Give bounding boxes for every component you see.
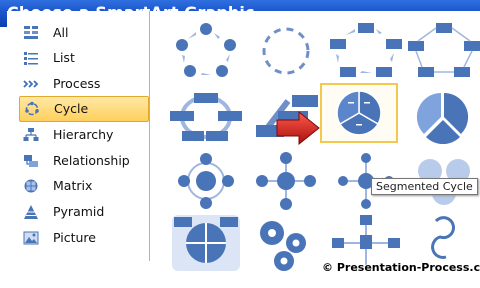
layout-gear[interactable]: [248, 213, 324, 273]
category-label: Relationship: [53, 153, 130, 168]
red-arrow-icon: [276, 111, 320, 145]
cycle-icon: [25, 101, 39, 116]
category-item-all[interactable]: All: [19, 21, 145, 45]
hierarchy-icon: [23, 128, 39, 141]
category-label: All: [53, 25, 69, 40]
list-icon: [24, 52, 38, 65]
category-item-cycle[interactable]: Cycle: [19, 96, 149, 122]
layout-continuous-cycle[interactable]: [168, 87, 244, 147]
layout-pie[interactable]: [406, 87, 480, 147]
relationship-icon: [24, 155, 38, 167]
category-item-hierarchy[interactable]: Hierarchy: [19, 123, 145, 147]
picture-icon: [23, 231, 39, 245]
category-item-pyramid[interactable]: Pyramid: [19, 200, 145, 224]
category-label: Process: [53, 76, 101, 91]
matrix-icon: [24, 179, 38, 193]
layout-tooltip: Segmented Cycle: [371, 178, 478, 195]
watermark-text: © Presentation-Process.com: [322, 261, 480, 274]
layout-diverging-radial[interactable]: [248, 151, 324, 211]
category-sidebar: All List Process Cycle Hierarchy Relatio…: [7, 11, 150, 261]
layout-radial-cycle[interactable]: [168, 151, 244, 211]
category-item-matrix[interactable]: Matrix: [19, 174, 145, 198]
category-label: Matrix: [53, 178, 93, 193]
layout-text-cycle[interactable]: [248, 21, 324, 81]
all-icon: [24, 26, 38, 39]
process-icon: [23, 80, 39, 88]
layout-basic-cycle[interactable]: [168, 21, 244, 81]
layout-block-cycle[interactable]: [328, 21, 404, 81]
category-label: Pyramid: [53, 204, 105, 219]
layout-cycle-matrix-2[interactable]: [168, 213, 244, 273]
category-item-list[interactable]: List: [19, 46, 145, 70]
category-item-relationship[interactable]: Relationship: [19, 149, 145, 173]
layout-segmented-cycle[interactable]: [320, 83, 398, 143]
category-item-process[interactable]: Process: [19, 72, 145, 96]
category-item-picture[interactable]: Picture: [19, 226, 145, 250]
category-label: Picture: [53, 230, 96, 245]
layout-nondirectional-cycle[interactable]: [406, 21, 480, 81]
category-label: List: [53, 50, 75, 65]
segmented-cycle-preview: [336, 90, 382, 136]
pyramid-icon: [24, 205, 38, 219]
category-label: Cycle: [54, 101, 89, 116]
category-label: Hierarchy: [53, 127, 114, 142]
